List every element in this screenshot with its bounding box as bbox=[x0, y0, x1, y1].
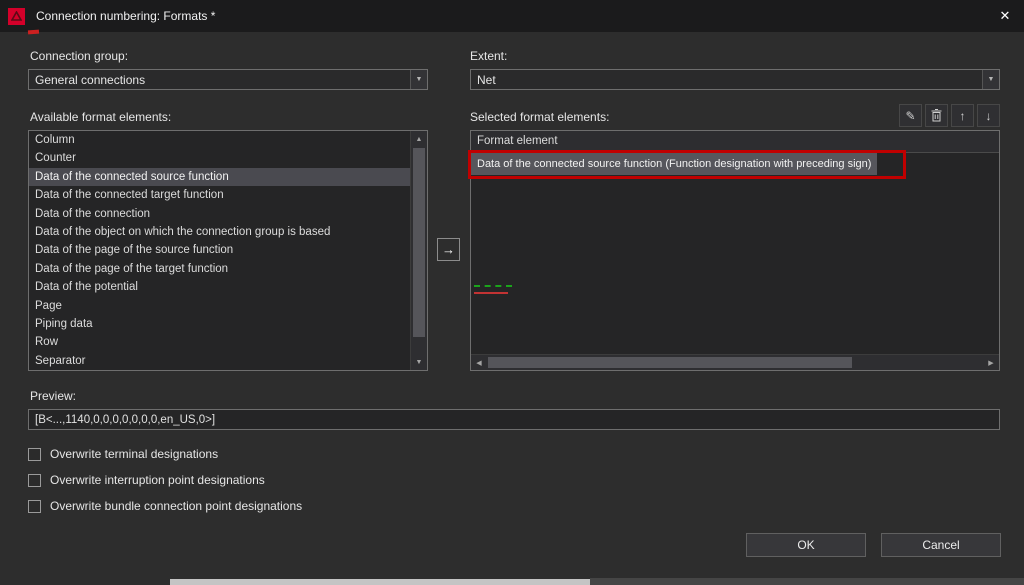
eplan-logo-icon bbox=[8, 7, 25, 25]
window-title: Connection numbering: Formats * bbox=[36, 9, 216, 23]
extent-label: Extent: bbox=[470, 49, 508, 63]
extent-dropdown[interactable]: Net ▼ bbox=[470, 69, 1000, 90]
table-header-format-element: Format element bbox=[471, 131, 999, 153]
selected-elements-label: Selected format elements: bbox=[470, 110, 610, 124]
scrollbar-thumb[interactable] bbox=[488, 357, 852, 368]
list-item[interactable]: Data of the connected target function bbox=[29, 186, 410, 204]
list-item[interactable]: Column bbox=[29, 131, 410, 149]
table-rows: Data of the connected source function (F… bbox=[471, 153, 999, 354]
vertical-scrollbar[interactable]: ▲ ▼ bbox=[410, 131, 427, 370]
list-item[interactable]: Data of the object on which the connecti… bbox=[29, 223, 410, 241]
checkbox-label: Overwrite terminal designations bbox=[50, 447, 219, 461]
list-item[interactable]: Data of the page of the target function bbox=[29, 260, 410, 278]
available-elements-label: Available format elements: bbox=[30, 110, 172, 124]
move-up-button[interactable]: ↑ bbox=[951, 104, 974, 127]
annotation-red-dash bbox=[474, 292, 508, 294]
annotation-green-dash bbox=[474, 285, 512, 287]
delete-button[interactable] bbox=[925, 104, 948, 127]
table-row[interactable]: Data of the connected source function (F… bbox=[471, 153, 878, 175]
checkbox[interactable] bbox=[28, 499, 41, 513]
trash-icon bbox=[931, 109, 942, 122]
selected-elements-table: Format element Data of the connected sou… bbox=[470, 130, 1000, 371]
checkbox-label: Overwrite bundle connection point design… bbox=[50, 499, 303, 513]
connection-group-dropdown[interactable]: General connections ▼ bbox=[28, 69, 428, 90]
connection-group-value: General connections bbox=[35, 72, 146, 87]
ok-button[interactable]: OK bbox=[746, 533, 866, 557]
arrow-down-icon: ↓ bbox=[985, 108, 992, 123]
background-window-edge-light bbox=[170, 579, 590, 585]
add-element-button[interactable]: → bbox=[437, 238, 460, 261]
arrow-up-icon: ↑ bbox=[959, 108, 966, 123]
available-elements-list: Column Counter Data of the connected sou… bbox=[28, 130, 428, 371]
scrollbar-thumb[interactable] bbox=[413, 148, 425, 337]
list-item[interactable]: Data of the connected source function bbox=[29, 167, 410, 187]
extent-value: Net bbox=[477, 72, 496, 87]
edit-button[interactable]: ✎ bbox=[899, 104, 922, 127]
chevron-down-icon[interactable]: ▼ bbox=[982, 70, 999, 89]
arrow-right-icon: → bbox=[442, 242, 455, 257]
scroll-up-icon[interactable]: ▲ bbox=[411, 131, 427, 147]
list-item[interactable]: Data of the page of the source function bbox=[29, 241, 410, 259]
scroll-down-icon[interactable]: ▼ bbox=[411, 354, 427, 370]
list-item[interactable]: Counter bbox=[29, 149, 410, 167]
preview-field[interactable]: [B<...,1140,0,0,0,0,0,0,0,en_US,0>] bbox=[28, 409, 1000, 430]
option-row: Overwrite bundle connection point design… bbox=[28, 499, 302, 513]
scroll-right-icon[interactable]: ▶ bbox=[983, 355, 999, 370]
chevron-down-icon[interactable]: ▼ bbox=[410, 70, 427, 89]
pencil-icon: ✎ bbox=[905, 108, 916, 123]
horizontal-scrollbar[interactable]: ◀ ▶ bbox=[471, 354, 999, 370]
list-item[interactable]: Row bbox=[29, 333, 410, 351]
title-bar: Connection numbering: Formats * ✕ bbox=[0, 0, 1024, 32]
connection-group-label: Connection group: bbox=[30, 49, 129, 63]
option-row: Overwrite terminal designations bbox=[28, 447, 218, 461]
list-item[interactable]: Page bbox=[29, 297, 410, 315]
preview-label: Preview: bbox=[30, 389, 77, 403]
available-elements-items: Column Counter Data of the connected sou… bbox=[29, 131, 410, 370]
checkbox[interactable] bbox=[28, 473, 41, 487]
background-window-edge-dark bbox=[590, 578, 1024, 585]
list-item[interactable]: Data of the connection bbox=[29, 205, 410, 223]
move-down-button[interactable]: ↓ bbox=[977, 104, 1000, 127]
checkbox-label: Overwrite interruption point designation… bbox=[50, 473, 265, 487]
list-item[interactable]: Data of the potential bbox=[29, 278, 410, 296]
cancel-button[interactable]: Cancel bbox=[881, 533, 1001, 557]
close-button[interactable]: ✕ bbox=[996, 7, 1014, 25]
list-item[interactable]: Separator bbox=[29, 352, 410, 370]
scroll-left-icon[interactable]: ◀ bbox=[471, 355, 487, 370]
checkbox[interactable] bbox=[28, 447, 41, 461]
option-row: Overwrite interruption point designation… bbox=[28, 473, 265, 487]
list-item[interactable]: Piping data bbox=[29, 315, 410, 333]
annotation-red-mark bbox=[27, 29, 40, 35]
